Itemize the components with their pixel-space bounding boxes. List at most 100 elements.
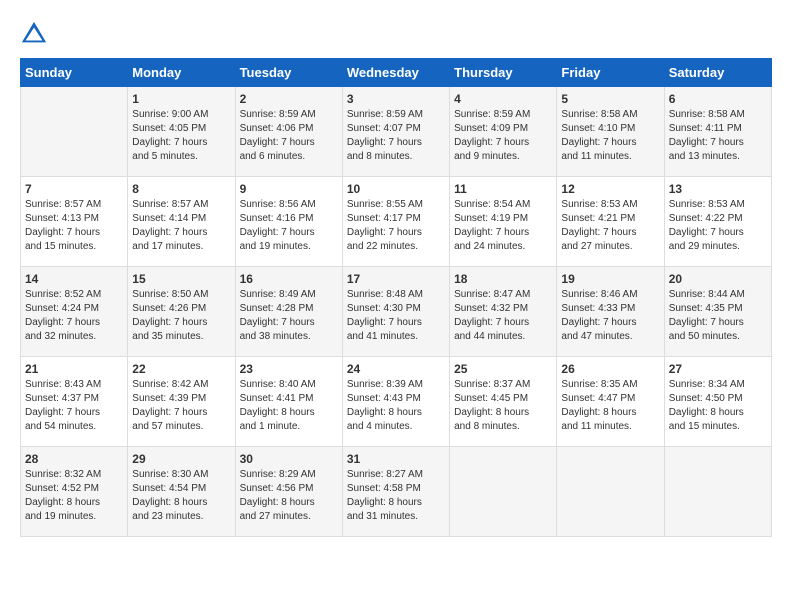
calendar-cell: 18 Sunrise: 8:47 AM Sunset: 4:32 PM Dayli… [450, 267, 557, 357]
day-info: Sunrise: 8:53 AM Sunset: 4:22 PM Dayligh… [669, 198, 767, 254]
day-number: 5 [561, 92, 659, 106]
day-number: 18 [454, 272, 552, 286]
header-day-tuesday: Tuesday [235, 59, 342, 87]
week-row-3: 14Sunrise: 8:52 AM Sunset: 4:24 PM Dayli… [21, 267, 772, 357]
calendar-cell: 20Sunrise: 8:44 AM Sunset: 4:35 PM Dayli… [664, 267, 771, 357]
day-info: Sunrise: 8:55 AM Sunset: 4:17 PM Dayligh… [347, 198, 445, 254]
calendar-cell: 29 Sunrise: 8:30 AM Sunset: 4:54 PM Dayli… [128, 447, 235, 537]
day-info: Sunrise: 8:58 AM Sunset: 4:10 PM Dayligh… [561, 108, 659, 164]
day-info: Sunrise: 9:00 AM Sunset: 4:05 PM Dayligh… [132, 108, 230, 164]
header-day-saturday: Saturday [664, 59, 771, 87]
day-info: Sunrise: 8:29 AM Sunset: 4:56 PM Dayligh… [240, 468, 338, 524]
day-info: Sunrise: 8:47 AM Sunset: 4:32 PM Dayligh… [454, 288, 552, 344]
calendar-cell: 2 Sunrise: 8:59 AM Sunset: 4:06 PM Daylig… [235, 87, 342, 177]
day-number: 13 [669, 182, 767, 196]
calendar-cell: 24Sunrise: 8:39 AM Sunset: 4:43 PM Dayli… [342, 357, 449, 447]
calendar-cell: 21 Sunrise: 8:43 AM Sunset: 4:37 PM Dayli… [21, 357, 128, 447]
calendar-cell: 9 Sunrise: 8:56 AM Sunset: 4:16 PM Daylig… [235, 177, 342, 267]
calendar-cell: 1 Sunrise: 9:00 AM Sunset: 4:05 PM Daylig… [128, 87, 235, 177]
day-info: Sunrise: 8:50 AM Sunset: 4:26 PM Dayligh… [132, 288, 230, 344]
day-info: Sunrise: 8:39 AM Sunset: 4:43 PM Dayligh… [347, 378, 445, 434]
calendar-cell: 6Sunrise: 8:58 AM Sunset: 4:11 PM Daylig… [664, 87, 771, 177]
header-row: SundayMondayTuesdayWednesdayThursdayFrid… [21, 59, 772, 87]
header-day-thursday: Thursday [450, 59, 557, 87]
calendar-cell: 17Sunrise: 8:48 AM Sunset: 4:30 PM Dayli… [342, 267, 449, 357]
day-info: Sunrise: 8:49 AM Sunset: 4:28 PM Dayligh… [240, 288, 338, 344]
day-number: 10 [347, 182, 445, 196]
day-number: 2 [240, 92, 338, 106]
calendar-cell [664, 447, 771, 537]
page-header [20, 20, 772, 48]
day-info: Sunrise: 8:27 AM Sunset: 4:58 PM Dayligh… [347, 468, 445, 524]
day-info: Sunrise: 8:43 AM Sunset: 4:37 PM Dayligh… [25, 378, 123, 434]
day-info: Sunrise: 8:53 AM Sunset: 4:21 PM Dayligh… [561, 198, 659, 254]
day-info: Sunrise: 8:48 AM Sunset: 4:30 PM Dayligh… [347, 288, 445, 344]
calendar-cell [557, 447, 664, 537]
day-info: Sunrise: 8:42 AM Sunset: 4:39 PM Dayligh… [132, 378, 230, 434]
calendar-cell: 23Sunrise: 8:40 AM Sunset: 4:41 PM Dayli… [235, 357, 342, 447]
calendar-table: SundayMondayTuesdayWednesdayThursdayFrid… [20, 58, 772, 537]
calendar-cell: 31 Sunrise: 8:27 AM Sunset: 4:58 PM Dayli… [342, 447, 449, 537]
day-number: 4 [454, 92, 552, 106]
day-number: 27 [669, 362, 767, 376]
day-info: Sunrise: 8:30 AM Sunset: 4:54 PM Dayligh… [132, 468, 230, 524]
calendar-cell: 13 Sunrise: 8:53 AM Sunset: 4:22 PM Dayli… [664, 177, 771, 267]
day-number: 16 [240, 272, 338, 286]
day-info: Sunrise: 8:40 AM Sunset: 4:41 PM Dayligh… [240, 378, 338, 434]
calendar-cell: 16 Sunrise: 8:49 AM Sunset: 4:28 PM Dayli… [235, 267, 342, 357]
calendar-cell: 25 Sunrise: 8:37 AM Sunset: 4:45 PM Dayli… [450, 357, 557, 447]
week-row-5: 28 Sunrise: 8:32 AM Sunset: 4:52 PM Dayli… [21, 447, 772, 537]
calendar-cell: 10 Sunrise: 8:55 AM Sunset: 4:17 PM Dayli… [342, 177, 449, 267]
logo-icon [20, 20, 48, 48]
day-number: 21 [25, 362, 123, 376]
calendar-cell: 8 Sunrise: 8:57 AM Sunset: 4:14 PM Daylig… [128, 177, 235, 267]
day-info: Sunrise: 8:58 AM Sunset: 4:11 PM Dayligh… [669, 108, 767, 164]
day-number: 25 [454, 362, 552, 376]
day-number: 3 [347, 92, 445, 106]
calendar-cell [21, 87, 128, 177]
day-number: 19 [561, 272, 659, 286]
day-number: 14 [25, 272, 123, 286]
day-info: Sunrise: 8:44 AM Sunset: 4:35 PM Dayligh… [669, 288, 767, 344]
calendar-cell: 27 Sunrise: 8:34 AM Sunset: 4:50 PM Dayli… [664, 357, 771, 447]
week-row-2: 7 Sunrise: 8:57 AM Sunset: 4:13 PM Daylig… [21, 177, 772, 267]
calendar-cell: 11 Sunrise: 8:54 AM Sunset: 4:19 PM Dayli… [450, 177, 557, 267]
day-number: 29 [132, 452, 230, 466]
day-info: Sunrise: 8:57 AM Sunset: 4:13 PM Dayligh… [25, 198, 123, 254]
day-info: Sunrise: 8:37 AM Sunset: 4:45 PM Dayligh… [454, 378, 552, 434]
day-number: 15 [132, 272, 230, 286]
day-number: 11 [454, 182, 552, 196]
calendar-cell: 28 Sunrise: 8:32 AM Sunset: 4:52 PM Dayli… [21, 447, 128, 537]
calendar-cell: 30Sunrise: 8:29 AM Sunset: 4:56 PM Dayli… [235, 447, 342, 537]
calendar-cell: 12 Sunrise: 8:53 AM Sunset: 4:21 PM Dayli… [557, 177, 664, 267]
day-number: 22 [132, 362, 230, 376]
day-number: 12 [561, 182, 659, 196]
day-info: Sunrise: 8:46 AM Sunset: 4:33 PM Dayligh… [561, 288, 659, 344]
day-number: 31 [347, 452, 445, 466]
day-info: Sunrise: 8:34 AM Sunset: 4:50 PM Dayligh… [669, 378, 767, 434]
day-info: Sunrise: 8:35 AM Sunset: 4:47 PM Dayligh… [561, 378, 659, 434]
day-info: Sunrise: 8:32 AM Sunset: 4:52 PM Dayligh… [25, 468, 123, 524]
day-number: 28 [25, 452, 123, 466]
day-info: Sunrise: 8:54 AM Sunset: 4:19 PM Dayligh… [454, 198, 552, 254]
header-day-friday: Friday [557, 59, 664, 87]
calendar-cell: 26 Sunrise: 8:35 AM Sunset: 4:47 PM Dayli… [557, 357, 664, 447]
calendar-cell: 3 Sunrise: 8:59 AM Sunset: 4:07 PM Daylig… [342, 87, 449, 177]
day-info: Sunrise: 8:59 AM Sunset: 4:09 PM Dayligh… [454, 108, 552, 164]
day-number: 1 [132, 92, 230, 106]
calendar-cell [450, 447, 557, 537]
day-info: Sunrise: 8:56 AM Sunset: 4:16 PM Dayligh… [240, 198, 338, 254]
day-info: Sunrise: 8:59 AM Sunset: 4:06 PM Dayligh… [240, 108, 338, 164]
day-number: 9 [240, 182, 338, 196]
calendar-cell: 14Sunrise: 8:52 AM Sunset: 4:24 PM Dayli… [21, 267, 128, 357]
day-number: 26 [561, 362, 659, 376]
calendar-cell: 15 Sunrise: 8:50 AM Sunset: 4:26 PM Dayli… [128, 267, 235, 357]
day-info: Sunrise: 8:59 AM Sunset: 4:07 PM Dayligh… [347, 108, 445, 164]
header-day-sunday: Sunday [21, 59, 128, 87]
header-day-wednesday: Wednesday [342, 59, 449, 87]
day-info: Sunrise: 8:57 AM Sunset: 4:14 PM Dayligh… [132, 198, 230, 254]
day-number: 7 [25, 182, 123, 196]
header-day-monday: Monday [128, 59, 235, 87]
calendar-cell: 22 Sunrise: 8:42 AM Sunset: 4:39 PM Dayli… [128, 357, 235, 447]
day-number: 8 [132, 182, 230, 196]
